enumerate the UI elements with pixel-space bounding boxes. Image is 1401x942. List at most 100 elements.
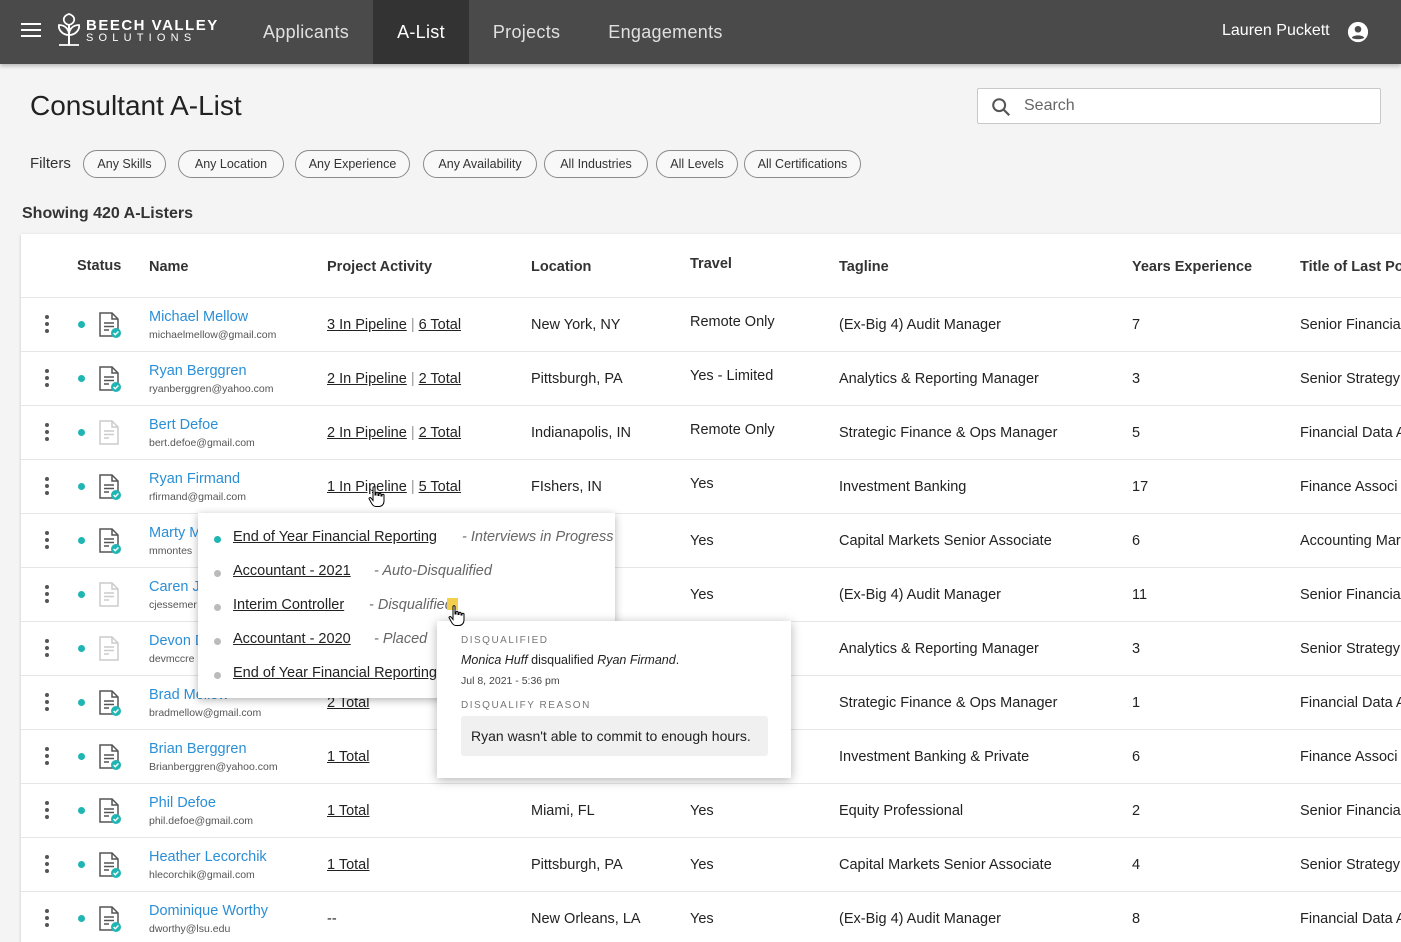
search-input[interactable] — [1024, 90, 1374, 122]
popover-project-link[interactable]: Accountant - 2021 — [233, 563, 351, 579]
total-link[interactable]: 5 Total — [419, 479, 461, 495]
in-pipeline-link[interactable]: 2 In Pipeline — [327, 425, 407, 441]
row-menu-icon[interactable] — [44, 693, 50, 711]
document-icon[interactable] — [98, 852, 122, 878]
location: Pittsburgh, PA — [531, 371, 623, 387]
document-icon[interactable] — [98, 906, 122, 932]
col-status[interactable]: Status — [77, 258, 121, 274]
years-experience: 6 — [1132, 533, 1141, 549]
candidate-email: cjessemer — [149, 599, 197, 611]
dq-actor: Monica Huff — [461, 653, 528, 667]
nav-applicants[interactable]: Applicants — [239, 0, 373, 64]
in-pipeline-link[interactable]: 1 In Pipeline — [327, 479, 407, 495]
row-menu-icon[interactable] — [44, 531, 50, 549]
row-menu-icon[interactable] — [44, 855, 50, 873]
candidate-email: mmontes — [149, 545, 193, 557]
status-dot — [78, 807, 85, 814]
popover-project-link[interactable]: Accountant - 2020 — [233, 631, 351, 647]
candidate-name-link[interactable]: Caren J — [149, 579, 200, 595]
table-row[interactable]: Heather Lecorchik hlecorchik@gmail.com 1… — [21, 837, 1401, 891]
candidate-name-link[interactable]: Dominique Worthy — [149, 903, 268, 919]
location: FIshers, IN — [531, 479, 602, 495]
row-menu-icon[interactable] — [44, 639, 50, 657]
brand-logo[interactable]: BEECH VALLEY SOLUTIONS — [56, 13, 217, 49]
row-menu-icon[interactable] — [44, 369, 50, 387]
candidate-name-link[interactable]: Heather Lecorchik — [149, 849, 267, 865]
document-icon[interactable] — [98, 366, 122, 392]
menu-icon[interactable] — [21, 22, 41, 38]
nav-projects[interactable]: Projects — [469, 0, 584, 64]
total-link[interactable]: 1 Total — [327, 803, 369, 819]
col-location[interactable]: Location — [531, 259, 591, 275]
document-icon[interactable] — [98, 312, 122, 338]
popover-project-link[interactable]: End of Year Financial Reporting — [233, 529, 437, 545]
candidate-email: ryanberggren@yahoo.com — [149, 383, 274, 395]
travel: Yes — [690, 857, 714, 873]
col-title-last-position[interactable]: Title of Last Po — [1300, 259, 1401, 275]
col-name[interactable]: Name — [149, 259, 189, 275]
project-activity: 2 In Pipeline | 2 Total — [327, 425, 461, 441]
candidate-name-link[interactable]: Michael Mellow — [149, 309, 248, 325]
nav-a-list[interactable]: A-List — [373, 0, 469, 64]
tagline: Equity Professional — [839, 803, 964, 819]
search-box[interactable] — [977, 88, 1381, 124]
document-icon[interactable] — [98, 582, 122, 608]
row-menu-icon[interactable] — [44, 909, 50, 927]
col-travel[interactable]: Travel — [690, 256, 732, 272]
total-link[interactable]: 2 Total — [419, 425, 461, 441]
hand-cursor-icon — [448, 605, 465, 626]
filter-location[interactable]: Any Location — [178, 150, 284, 178]
document-icon[interactable] — [98, 798, 122, 824]
candidate-name-link[interactable]: Brian Berggren — [149, 741, 247, 757]
document-icon[interactable] — [98, 474, 122, 500]
total-link[interactable]: 6 Total — [419, 317, 461, 333]
candidate-name-link[interactable]: Marty M — [149, 525, 201, 541]
table-row[interactable]: Dominique Worthy dworthy@lsu.edu -- New … — [21, 891, 1401, 942]
user-name[interactable]: Lauren Puckett — [1222, 22, 1330, 40]
in-pipeline-link[interactable]: 3 In Pipeline — [327, 317, 407, 333]
table-row[interactable]: Michael Mellow michaelmellow@gmail.com 3… — [21, 297, 1401, 351]
col-tagline[interactable]: Tagline — [839, 259, 889, 275]
table-row[interactable]: Ryan Firmand rfirmand@gmail.com 1 In Pip… — [21, 459, 1401, 513]
document-icon[interactable] — [98, 744, 122, 770]
years-experience: 8 — [1132, 911, 1141, 927]
row-menu-icon[interactable] — [44, 585, 50, 603]
account-circle-icon[interactable] — [1347, 21, 1369, 43]
row-menu-icon[interactable] — [44, 315, 50, 333]
nav-engagements[interactable]: Engagements — [584, 0, 746, 64]
col-project-activity[interactable]: Project Activity — [327, 259, 432, 275]
filter-industries[interactable]: All Industries — [544, 150, 648, 178]
table-row[interactable]: Phil Defoe phil.defoe@gmail.com 1 Total … — [21, 783, 1401, 837]
candidate-email: bradmellow@gmail.com — [149, 707, 262, 719]
row-menu-icon[interactable] — [44, 423, 50, 441]
candidate-email: michaelmellow@gmail.com — [149, 329, 277, 341]
filter-experience[interactable]: Any Experience — [295, 150, 410, 178]
filter-levels[interactable]: All Levels — [656, 150, 738, 178]
row-menu-icon[interactable] — [44, 747, 50, 765]
total-link[interactable]: 1 Total — [327, 857, 369, 873]
filter-certifications[interactable]: All Certifications — [744, 150, 861, 178]
total-link[interactable]: 1 Total — [327, 749, 369, 765]
filter-availability[interactable]: Any Availability — [423, 150, 537, 178]
candidate-name-link[interactable]: Devon D — [149, 633, 205, 649]
popover-project-link[interactable]: Interim Controller — [233, 597, 344, 613]
candidate-name-link[interactable]: Bert Defoe — [149, 417, 218, 433]
status-dot — [78, 321, 85, 328]
candidate-name-link[interactable]: Phil Defoe — [149, 795, 216, 811]
row-menu-icon[interactable] — [44, 801, 50, 819]
filter-skills[interactable]: Any Skills — [83, 150, 166, 178]
tree-logo-icon — [57, 13, 81, 46]
col-years-experience[interactable]: Years Experience — [1132, 259, 1252, 275]
candidate-name-link[interactable]: Ryan Firmand — [149, 471, 240, 487]
document-icon[interactable] — [98, 636, 122, 662]
document-icon[interactable] — [98, 528, 122, 554]
total-link[interactable]: 2 Total — [419, 371, 461, 387]
document-icon[interactable] — [98, 420, 122, 446]
table-row[interactable]: Bert Defoe bert.defoe@gmail.com 2 In Pip… — [21, 405, 1401, 459]
in-pipeline-link[interactable]: 2 In Pipeline — [327, 371, 407, 387]
row-menu-icon[interactable] — [44, 477, 50, 495]
candidate-name-link[interactable]: Ryan Berggren — [149, 363, 247, 379]
table-row[interactable]: Ryan Berggren ryanberggren@yahoo.com 2 I… — [21, 351, 1401, 405]
document-icon[interactable] — [98, 690, 122, 716]
popover-project-link[interactable]: End of Year Financial Reporting — [233, 665, 437, 681]
